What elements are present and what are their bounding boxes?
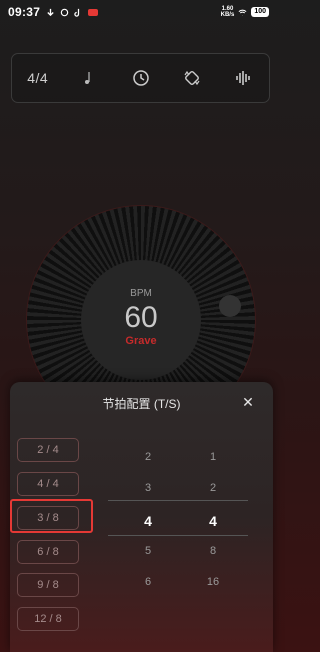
preset-9-8[interactable]: 9 / 8 — [17, 573, 79, 597]
timer-button[interactable] — [115, 54, 166, 102]
note-value-picker-item[interactable]: 1 — [203, 451, 223, 463]
close-icon: ✕ — [242, 394, 254, 410]
beats-picker-item[interactable]: 6 — [138, 576, 158, 588]
note-button[interactable] — [63, 54, 114, 102]
status-time: 09:37 — [8, 5, 41, 19]
rotate-button[interactable] — [166, 54, 217, 102]
status-bar: 09:37 1.60 KB/s 100 — [0, 0, 277, 24]
selected-preset-highlight — [10, 499, 93, 533]
wifi-icon — [238, 9, 247, 16]
note-value-picker-selected[interactable]: 4 — [203, 513, 223, 529]
picker-selection-band — [108, 500, 248, 536]
sheet-title: 节拍配置 (T/S) — [102, 397, 181, 411]
time-signature-button[interactable]: 4/4 — [12, 54, 63, 102]
bpm-label: BPM — [130, 287, 152, 299]
note-value-picker-item[interactable]: 8 — [203, 545, 223, 557]
beats-picker-selected[interactable]: 4 — [138, 513, 158, 529]
note-icon — [85, 72, 90, 84]
toolbar: 4/4 — [11, 53, 270, 103]
network-speed: 1.60 KB/s — [221, 6, 235, 18]
beats-picker-item[interactable]: 2 — [138, 451, 158, 463]
sound-button[interactable] — [218, 54, 269, 102]
preset-12-8[interactable]: 12 / 8 — [17, 607, 79, 631]
tiktok-icon — [74, 8, 80, 17]
status-left-icons — [46, 8, 99, 17]
beats-picker-item[interactable]: 3 — [138, 482, 158, 494]
beats-picker-item[interactable]: 5 — [138, 545, 158, 557]
note-value-picker-item[interactable]: 2 — [203, 482, 223, 494]
network-speed-unit: KB/s — [220, 12, 235, 18]
sound-wave-icon — [236, 71, 251, 85]
rotate-icon — [184, 70, 200, 86]
battery-indicator: 100 — [251, 7, 269, 17]
sync-icon — [60, 8, 69, 16]
preset-2-4[interactable]: 2 / 4 — [17, 438, 79, 462]
bpm-value: 60 — [124, 300, 158, 334]
preset-6-8[interactable]: 6 / 8 — [17, 540, 79, 564]
clock-icon — [132, 70, 149, 86]
notification-badge-icon — [88, 8, 99, 16]
time-signature-sheet: 节拍配置 (T/S) ✕ 2 / 4 4 / 4 3 / 8 6 / 8 9 /… — [10, 382, 273, 652]
time-signature-label: 4/4 — [27, 70, 49, 86]
preset-4-4[interactable]: 4 / 4 — [17, 472, 79, 496]
dial-center: BPM 60 Grave — [81, 260, 201, 380]
note-value-picker-item[interactable]: 16 — [203, 576, 223, 588]
tempo-name: Grave — [125, 334, 157, 347]
dial-knob[interactable] — [219, 295, 241, 317]
download-icon — [47, 8, 54, 16]
close-button[interactable]: ✕ — [240, 394, 256, 410]
status-right-icons: 1.60 KB/s 100 — [221, 6, 269, 18]
